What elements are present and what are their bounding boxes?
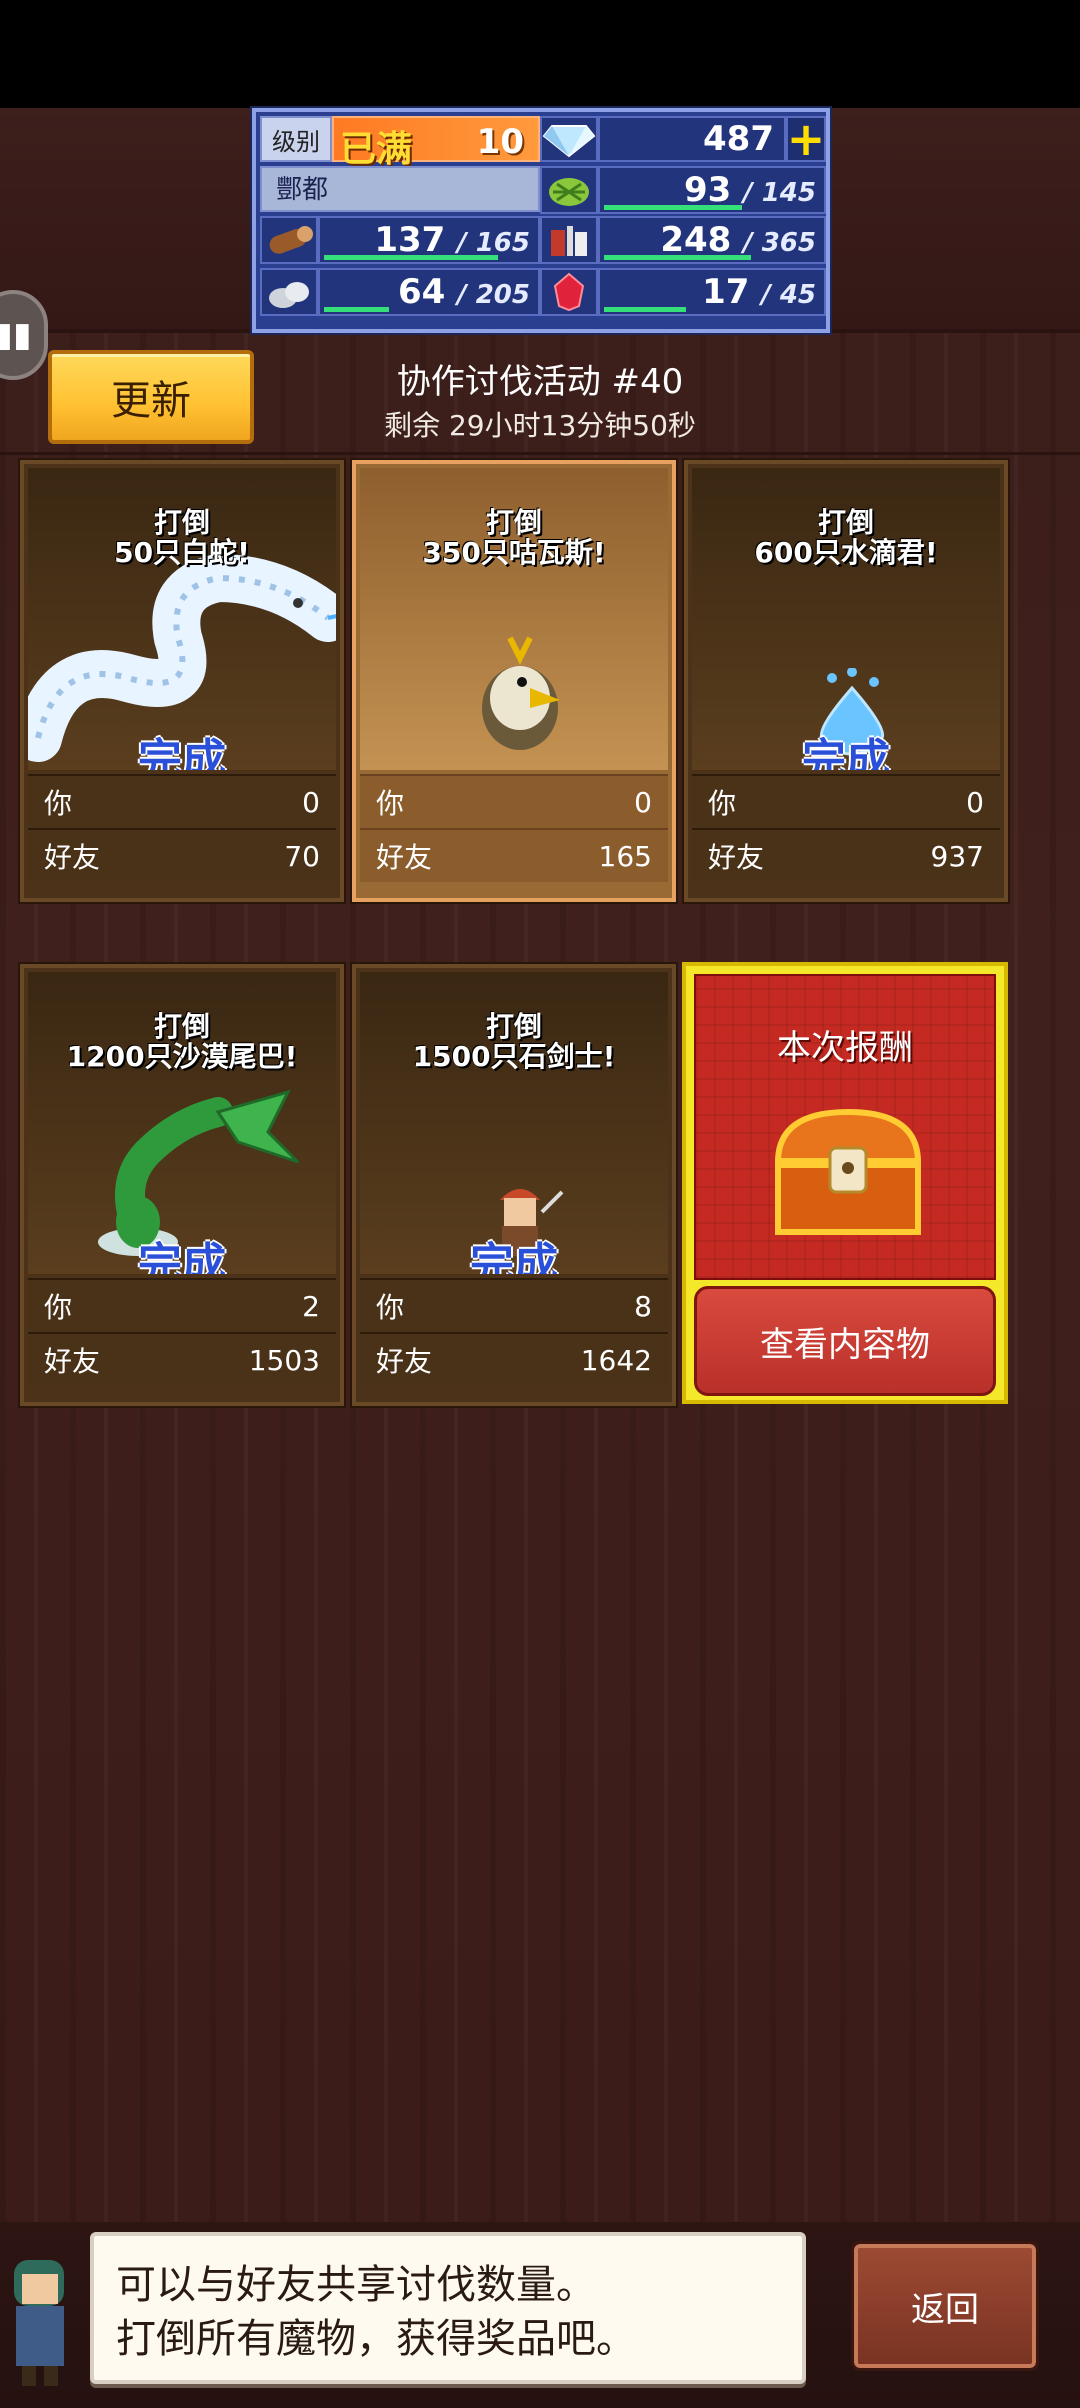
pause-icon: ▮▮ xyxy=(0,315,32,355)
grass-resource: 93 / 145 xyxy=(598,166,826,214)
complete-label: 完成 xyxy=(802,735,890,770)
card-title: 打倒 600只水滴君! xyxy=(754,506,938,569)
your-kills-value: 0 xyxy=(966,785,984,819)
monster-card-white-snake[interactable]: 打倒 50只白蛇! 完成 你0 好友 70 xyxy=(18,458,346,904)
city-name: 酆都 xyxy=(260,166,540,212)
monster-card-guwasi[interactable]: 打倒 350只咕瓦斯! 你0 好友 165 xyxy=(350,458,678,904)
wood-bar xyxy=(324,255,498,260)
grass-icon xyxy=(540,166,598,214)
your-kills-row: 你8 xyxy=(360,1278,668,1332)
friend-kills-value: 1642 xyxy=(580,1343,652,1377)
ruby-value: 17 xyxy=(702,272,750,312)
wood-icon xyxy=(260,216,318,264)
food-max: / 365 xyxy=(743,228,816,258)
card-title: 打倒 1200只沙漠尾巴! xyxy=(66,1010,298,1073)
monster-card-stone-swordsman[interactable]: 打倒 1500只石剑士! 完成 你8 好友 1642 xyxy=(350,962,678,1408)
card-image-area: 打倒 600只水滴君! 完成 xyxy=(692,468,1000,770)
friend-kills-value: 165 xyxy=(598,839,652,873)
food-icon xyxy=(540,216,598,264)
your-kills-row: 你0 xyxy=(360,774,668,828)
your-kills-row: 你0 xyxy=(692,774,1000,828)
complete-label: 完成 xyxy=(470,1239,558,1274)
ruby-resource: 17 / 45 xyxy=(598,268,826,316)
food-bar xyxy=(604,255,751,260)
wood-max: / 165 xyxy=(457,228,530,258)
your-kills-row: 你2 xyxy=(28,1278,336,1332)
wood-value: 137 xyxy=(374,220,446,260)
complete-label: 完成 xyxy=(138,1239,226,1274)
stone-resource: 64 / 205 xyxy=(318,268,540,316)
friend-kills-value: 1503 xyxy=(248,1343,320,1377)
food-value: 248 xyxy=(660,220,732,260)
update-button[interactable]: 更新 xyxy=(48,350,254,444)
treasure-chest-icon xyxy=(774,1108,922,1235)
your-kills-value: 2 xyxy=(302,1289,320,1323)
friend-kills-row: 好友 1503 xyxy=(28,1332,336,1386)
level-value-box: 已满 10 xyxy=(332,116,540,170)
event-remaining-time: 剩余 29小时13分钟50秒 xyxy=(384,409,696,442)
card-image-area: 打倒 1200只沙漠尾巴! 完成 xyxy=(28,972,336,1274)
grass-bar xyxy=(604,205,742,210)
npc-avatar xyxy=(14,2260,64,2386)
stone-max: / 205 xyxy=(457,280,530,310)
gem-count: 487 xyxy=(598,116,786,162)
stone-value: 64 xyxy=(398,272,446,312)
resource-panel: 级别 已满 10 487 + 酆都 93 / 145 137 / 165 248… xyxy=(250,106,832,335)
card-title: 打倒 1500只石剑士! xyxy=(412,1010,616,1073)
your-kills-row: 你0 xyxy=(28,774,336,828)
reward-display: 本次报酬 xyxy=(694,974,996,1280)
friend-kills-row: 好友 70 xyxy=(28,828,336,882)
level-max-badge: 已满 xyxy=(340,129,413,170)
ruby-max: / 45 xyxy=(761,280,816,310)
friend-kills-row: 好友 1642 xyxy=(360,1332,668,1386)
stone-icon xyxy=(260,268,318,316)
reward-title: 本次报酬 xyxy=(777,1028,913,1068)
level-label: 级别 xyxy=(260,116,332,162)
friend-kills-row: 好友 165 xyxy=(360,828,668,882)
ruby-bar xyxy=(604,307,686,312)
npc-speech-bubble: 可以与好友共享讨伐数量。 打倒所有魔物，获得奖品吧。 xyxy=(90,2232,806,2384)
grass-max: / 145 xyxy=(743,178,816,208)
complete-label: 完成 xyxy=(138,735,226,770)
your-kills-value: 8 xyxy=(634,1289,652,1323)
card-image-area: 打倒 1500只石剑士! 完成 xyxy=(360,972,668,1274)
friend-kills-value: 937 xyxy=(930,839,984,873)
event-title: 协作讨伐活动 #40 xyxy=(396,362,684,402)
card-image-area: 打倒 350只咕瓦斯! xyxy=(360,468,668,770)
your-kills-value: 0 xyxy=(302,785,320,819)
friend-kills-value: 70 xyxy=(284,839,320,873)
card-image-area: 打倒 50只白蛇! 完成 xyxy=(28,468,336,770)
stone-bar xyxy=(324,307,389,312)
header-divider xyxy=(0,452,1080,455)
ruby-icon xyxy=(540,268,598,316)
card-title: 打倒 50只白蛇! xyxy=(114,506,250,569)
view-contents-button[interactable]: 查看内容物 xyxy=(694,1286,996,1396)
food-resource: 248 / 365 xyxy=(598,216,826,264)
grass-value: 93 xyxy=(684,170,732,210)
gem-icon xyxy=(540,116,598,162)
monster-card-desert-tail[interactable]: 打倒 1200只沙漠尾巴! 完成 你2 好友 1503 xyxy=(18,962,346,1408)
add-gems-button[interactable]: + xyxy=(786,116,826,162)
back-button[interactable]: 返回 xyxy=(851,2241,1039,2371)
wood-resource: 137 / 165 xyxy=(318,216,540,264)
speech-line-2: 打倒所有魔物，获得奖品吧。 xyxy=(116,2316,636,2362)
reward-card: 本次报酬 查看内容物 xyxy=(682,962,1008,1404)
monster-card-water-drop[interactable]: 打倒 600只水滴君! 完成 你0 好友 937 xyxy=(682,458,1010,904)
speech-line-1: 可以与好友共享讨伐数量。 xyxy=(116,2262,596,2308)
card-title: 打倒 350只咕瓦斯! xyxy=(422,506,606,569)
level-number: 10 xyxy=(476,122,524,162)
friend-kills-row: 好友 937 xyxy=(692,828,1000,882)
your-kills-value: 0 xyxy=(634,785,652,819)
bird-icon xyxy=(482,636,560,750)
